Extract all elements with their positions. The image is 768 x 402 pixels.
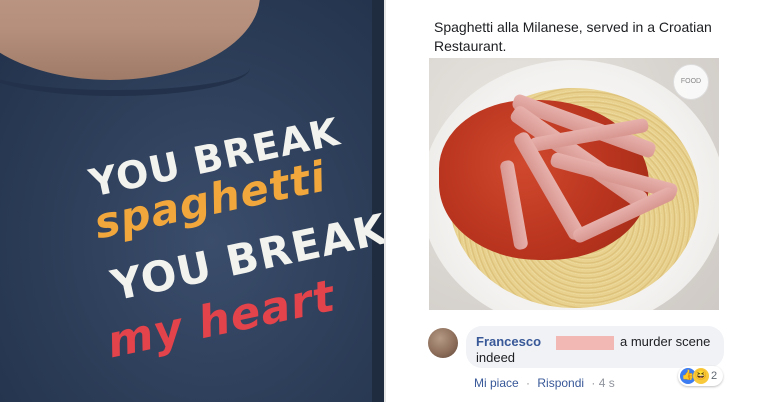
- like-link[interactable]: Mi piace: [474, 376, 519, 390]
- comment-actions: Mi piace · Rispondi · 4 s: [474, 376, 619, 390]
- reaction-summary[interactable]: 👍 😆 2: [678, 366, 724, 386]
- comment-text-line2: indeed: [476, 350, 516, 365]
- reaction-count: 2: [711, 370, 718, 382]
- watermark-logo: FOOD: [673, 64, 709, 100]
- comment-bubble: Francesco a murder scene indeed: [466, 326, 724, 368]
- reply-link[interactable]: Rispondi: [537, 376, 584, 390]
- post-caption: Spaghetti alla Milanese, served in a Cro…: [434, 19, 712, 54]
- action-separator: ·: [526, 376, 531, 390]
- haha-icon: 😆: [693, 368, 709, 384]
- shirt-edge: [372, 0, 384, 402]
- facebook-post: Spaghetti alla Milanese, served in a Cro…: [384, 0, 768, 402]
- comment-timestamp: · 4 s: [591, 376, 615, 390]
- comment-author[interactable]: Francesco: [476, 334, 541, 349]
- comment-text-line1: a murder scene: [620, 334, 711, 349]
- post-photo[interactable]: FOOD: [429, 58, 719, 310]
- tshirt-photo: YOU BREAK spaghetti YOU BREAK my heart: [0, 0, 384, 402]
- shirt-collar: [0, 40, 250, 96]
- commenter-avatar[interactable]: [428, 328, 458, 358]
- redacted-name: [556, 336, 614, 350]
